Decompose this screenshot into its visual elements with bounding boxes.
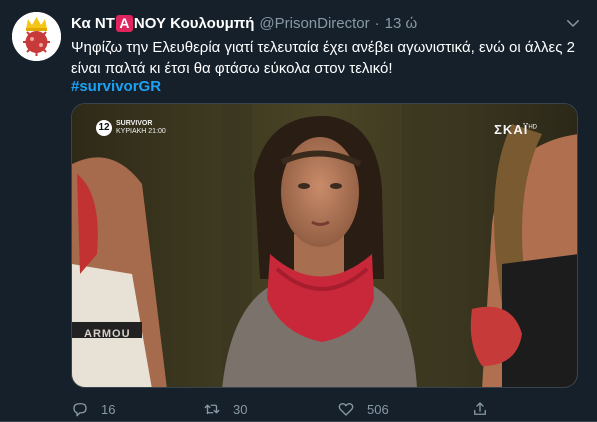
separator-dot: · [374,14,380,32]
more-options-button[interactable] [560,10,586,36]
show-title: SURVIVOR [116,120,153,127]
share-button[interactable] [471,398,501,420]
share-icon [474,402,486,415]
display-name[interactable]: Κα ΝΤ Α ΝΟΥ Κουλουμπή [71,14,255,32]
retweet-button[interactable]: 30 [203,398,247,420]
display-name-prefix: Κα ΝΤ [71,14,115,32]
tweet-timestamp[interactable]: 13 ώ [385,15,418,32]
tweet-actions: 16 30 506 [71,398,511,420]
name-badge-icon: Α [115,14,133,32]
reply-button[interactable]: 16 [71,398,115,420]
network-logo: ΣΚΑΪHD [494,122,537,137]
reply-icon [73,403,87,417]
heart-icon [338,402,354,416]
user-handle[interactable]: @PrisonDirector [259,15,369,32]
tweet-media-image[interactable]: 12 SURVIVOR ΚΥΡΙΑΚΗ 21:00 ΣΚΑΪHD ARMOU [71,103,578,388]
retweet-count: 30 [233,401,248,417]
tweet-header: Κα ΝΤ Α ΝΟΥ Κουλουμπή @PrisonDirector · … [71,13,417,33]
display-name-suffix: ΝΟΥ Κουλουμπή [133,14,255,32]
avatar[interactable] [12,12,61,61]
apparel-text: ARMOU [84,328,131,340]
chevron-down-icon [567,20,579,27]
reply-count: 16 [101,401,116,417]
channel-logo: 12 SURVIVOR ΚΥΡΙΑΚΗ 21:00 [96,120,166,136]
survivor-scene-image [72,104,577,387]
like-button[interactable]: 506 [337,398,389,420]
channel-number: 12 [96,120,112,136]
hashtag-link[interactable]: #survivorGR [71,76,161,97]
network-name: ΣΚΑΪ [494,122,529,137]
network-hd: HD [528,124,537,131]
tweet-card[interactable]: Κα ΝΤ Α ΝΟΥ Κουλουμπή @PrisonDirector · … [0,0,597,422]
crowned-virus-avatar-icon [12,12,61,61]
show-info: SURVIVOR ΚΥΡΙΑΚΗ 21:00 [116,120,166,136]
show-schedule: ΚΥΡΙΑΚΗ 21:00 [116,128,166,135]
retweet-icon [204,404,220,415]
tweet-text: Ψηφίζω την Ελευθερία γιατί τελευταία έχε… [71,39,575,77]
like-count: 506 [367,401,389,417]
